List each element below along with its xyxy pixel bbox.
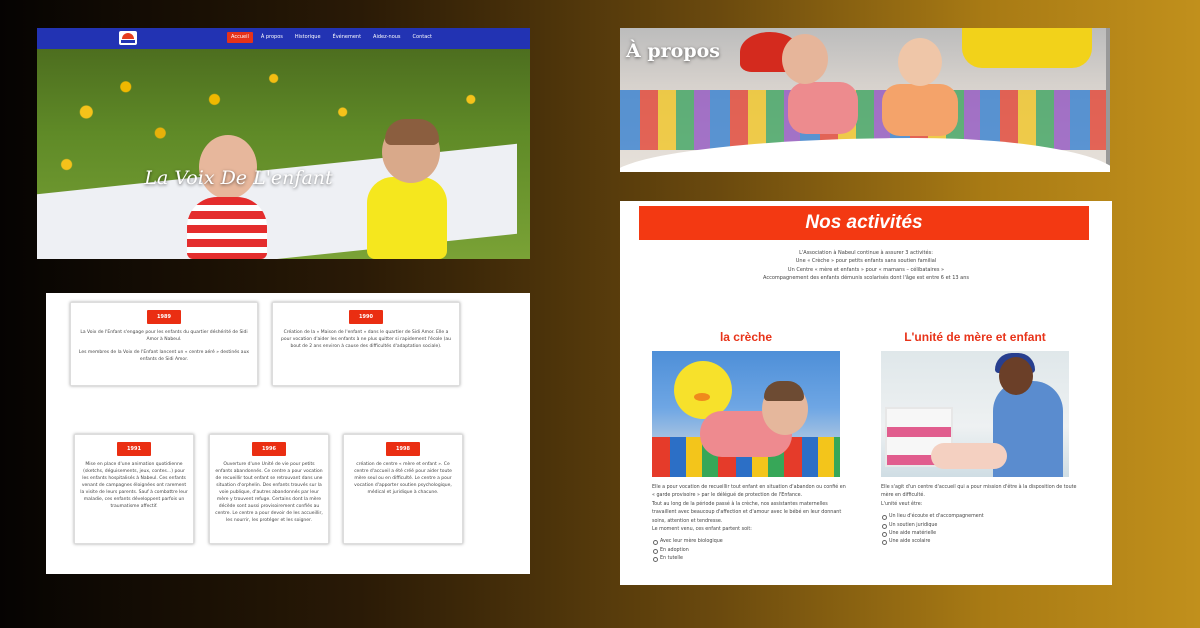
creche-title: la crèche bbox=[719, 330, 773, 344]
mere-paragraph: Elle s'agit d'un centre d'accueil qui a … bbox=[881, 485, 1077, 499]
nav-item-contact[interactable]: Contact bbox=[409, 32, 436, 43]
baby-hair-shape bbox=[764, 381, 804, 401]
nav-item-historique[interactable]: Historique bbox=[291, 32, 325, 43]
baby-yellow-dress-shape bbox=[367, 177, 447, 259]
hero-screenshot: La Voix De L'enfant Accueil À propos His… bbox=[37, 28, 530, 259]
baby-head-shape bbox=[782, 34, 828, 84]
intro-line: Une « Crèche » pour petits enfants sans … bbox=[795, 258, 937, 265]
timeline-card: 1990 Création de la « Maison de l'enfant… bbox=[272, 302, 460, 386]
creche-paragraph: Elle a pour vocation de recueillir tout … bbox=[652, 485, 846, 499]
year-badge: 1989 bbox=[147, 310, 181, 324]
creche-paragraph: Tout au long de la période passé à la cr… bbox=[652, 501, 842, 524]
year-badge: 1998 bbox=[386, 442, 420, 456]
apropos-screenshot: À propos bbox=[620, 28, 1110, 172]
year-badge: 1996 bbox=[252, 442, 286, 456]
nav-item-aidez-nous[interactable]: Aidez-nous bbox=[369, 32, 405, 43]
timeline-text: Ouverture d'une Unité de vie pour petits… bbox=[215, 462, 323, 523]
history-timeline-screenshot: 1989 La Voix de l'Enfant s'engage pour l… bbox=[46, 293, 530, 574]
nav-item-evenement[interactable]: Événement bbox=[329, 32, 366, 43]
mere-enfant-title: L'unité de mère et enfant bbox=[904, 330, 1046, 344]
site-logo[interactable] bbox=[119, 31, 137, 45]
timeline-card: 1991 Mise en place d'une animation quoti… bbox=[74, 434, 194, 544]
activities-screenshot: Nos activités L'Association à Nabeul con… bbox=[620, 201, 1112, 585]
year-badge: 1990 bbox=[349, 310, 383, 324]
scrollbar-edge bbox=[1106, 28, 1110, 172]
timeline-text: Les membres de la Voix de l'Enfant lance… bbox=[78, 349, 250, 362]
hero-title: La Voix De L'enfant bbox=[144, 167, 333, 189]
creche-description: Elle a pour vocation de recueillir tout … bbox=[652, 484, 848, 564]
baby-body-shape bbox=[788, 82, 858, 134]
creche-list: Avec leur mère biologique En adoption En… bbox=[652, 538, 848, 563]
list-item: Une aide matérielle bbox=[881, 530, 1077, 538]
baby-hair-shape bbox=[385, 119, 439, 145]
list-item: Un lieu d'écoute et d'accompagnement bbox=[881, 513, 1077, 521]
creche-paragraph: Le moment venu, ces enfant partent soit: bbox=[652, 526, 752, 532]
intro-line: Un Centre « mère et enfants » pour « mam… bbox=[787, 266, 945, 273]
timeline-text: création de centre « mère et enfant ». C… bbox=[354, 462, 452, 495]
year-badge: 1991 bbox=[117, 442, 151, 456]
timeline-text: Création de la « Maison de l'enfant » da… bbox=[281, 330, 451, 349]
top-navbar: Accueil À propos Historique Événement Ai… bbox=[37, 28, 530, 49]
baby-body-shape bbox=[882, 84, 958, 136]
intro-line: Accompagnement des enfants démunis scola… bbox=[762, 274, 969, 281]
timeline-text: Mise en place d'une animation quotidienn… bbox=[80, 462, 188, 509]
list-item: En adoption bbox=[652, 547, 848, 555]
page-title: À propos bbox=[626, 40, 720, 62]
timeline-card: 1998 création de centre « mère et enfant… bbox=[343, 434, 463, 544]
mere-list: Un lieu d'écoute et d'accompagnement Un … bbox=[881, 513, 1077, 547]
mere-paragraph: L'unité veut être: bbox=[881, 501, 923, 507]
section-title-banner: Nos activités bbox=[639, 206, 1089, 240]
list-item: Une aide scolaire bbox=[881, 538, 1077, 546]
toy-shape bbox=[962, 28, 1092, 68]
list-item: Un soutien juridique bbox=[881, 522, 1077, 530]
hero-photo: La Voix De L'enfant bbox=[37, 49, 530, 259]
nav-item-a-propos[interactable]: À propos bbox=[257, 32, 287, 43]
mere-enfant-photo bbox=[881, 351, 1069, 477]
baby-shape bbox=[931, 443, 1007, 469]
nurse-head-shape bbox=[999, 357, 1033, 395]
baby-head-shape bbox=[898, 38, 942, 86]
main-menu: Accueil À propos Historique Événement Ai… bbox=[227, 32, 436, 43]
nav-item-accueil[interactable]: Accueil bbox=[227, 32, 253, 43]
baby-striped-shirt-shape bbox=[187, 197, 267, 259]
list-item: En tutelle bbox=[652, 555, 848, 563]
timeline-card: 1989 La Voix de l'Enfant s'engage pour l… bbox=[70, 302, 258, 386]
activities-intro: L'Association à Nabeul continue à assure… bbox=[620, 249, 1112, 282]
creche-photo bbox=[652, 351, 840, 477]
intro-line: L'Association à Nabeul continue à assure… bbox=[799, 250, 933, 256]
mere-enfant-description: Elle s'agit d'un centre d'accueil qui a … bbox=[881, 484, 1077, 547]
timeline-text: La Voix de l'Enfant s'engage pour les en… bbox=[80, 330, 248, 342]
list-item: Avec leur mère biologique bbox=[652, 538, 848, 546]
timeline-card: 1996 Ouverture d'une Unité de vie pour p… bbox=[209, 434, 329, 544]
duck-beak-shape bbox=[694, 393, 710, 401]
